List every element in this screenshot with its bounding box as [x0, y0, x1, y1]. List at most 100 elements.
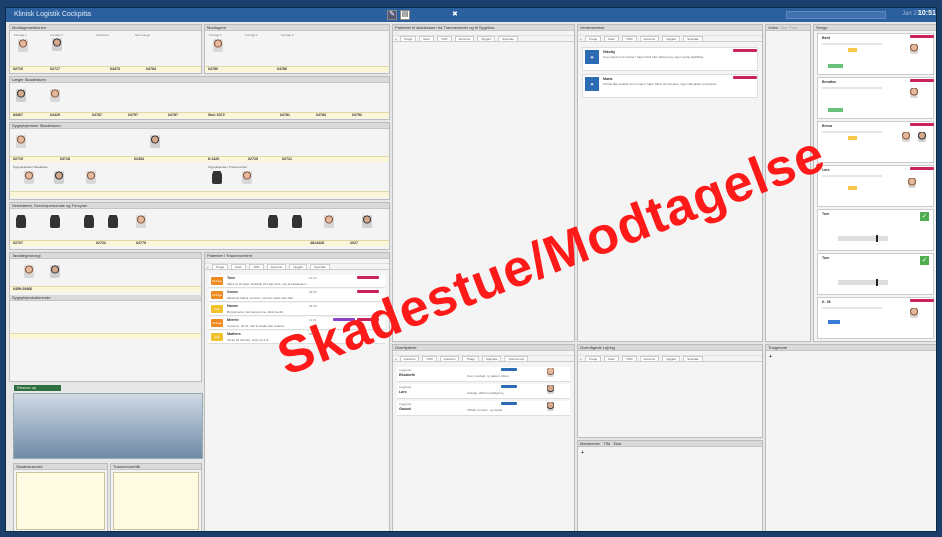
col-speciale[interactable]: Speciale: [683, 355, 703, 362]
col-name[interactable]: Navn: [604, 355, 620, 362]
check-icon[interactable]: ✓: [920, 212, 929, 221]
bed-card[interactable]: Tom ✓: [817, 253, 934, 295]
avatar[interactable]: [54, 171, 64, 184]
slot[interactable]: Sect Laege: [135, 33, 150, 37]
avatar[interactable]: [16, 89, 26, 102]
avatar[interactable]: [24, 171, 34, 184]
tab-opr[interactable]: Opr. Proc: [780, 25, 797, 30]
notes-area[interactable]: [113, 472, 199, 530]
rescue-button[interactable]: Rescue op: [14, 385, 61, 391]
col-done[interactable]: Opgjørt: [662, 355, 681, 362]
col-done[interactable]: Opgjørt: [662, 35, 681, 42]
avatar[interactable]: [16, 135, 26, 148]
avatar[interactable]: [902, 132, 910, 142]
avatar-placeholder[interactable]: [50, 215, 60, 228]
patient-card[interactable]: ▣ Maria Kvinde fået stukket af en hveps …: [582, 74, 758, 98]
avatar[interactable]: [50, 89, 60, 102]
col-speciale[interactable]: Speciale: [310, 263, 330, 270]
avatar[interactable]: [910, 44, 918, 54]
patient-card[interactable]: ▣ Nikolaj Ung mand med smerter i højre h…: [582, 47, 758, 71]
avatar-placeholder[interactable]: [212, 171, 222, 184]
col-arrival[interactable]: Ankomst: [399, 355, 420, 362]
notes-area[interactable]: [16, 472, 105, 530]
slot[interactable]: Forvagt 3: [281, 33, 294, 37]
check-icon[interactable]: ✓: [920, 256, 929, 265]
slot[interactable]: Forvagt 2: [50, 33, 63, 37]
table-row[interactable]: Liggende Elisabeth Kom i kontakt, ny pat…: [397, 367, 570, 382]
avatar[interactable]: [910, 308, 918, 318]
col-triage[interactable]: Triage: [462, 355, 479, 362]
table-row[interactable]: Orange Tove Slået ud af cykel, skrabsår …: [209, 275, 385, 288]
slot[interactable]: Telefonist: [96, 33, 109, 37]
col-cpr[interactable]: CPR: [437, 35, 452, 42]
table-row[interactable]: Liggende Lars Udsolgt, 2024 til opfølgni…: [397, 384, 570, 399]
table-row[interactable]: Liggende Gaussi Tilbudt, til intern, og …: [397, 401, 570, 416]
add-icon[interactable]: +: [769, 354, 772, 360]
bed-card[interactable]: Bendtse: [817, 77, 934, 119]
col-cpr[interactable]: CPR: [622, 35, 637, 42]
bed-card[interactable]: Bent: [817, 33, 934, 75]
add-icon[interactable]: +: [395, 357, 397, 361]
avatar-placeholder[interactable]: [16, 215, 26, 228]
avatar[interactable]: [547, 402, 554, 411]
avatar[interactable]: [910, 88, 918, 98]
add-icon[interactable]: +: [395, 37, 397, 41]
bed-card[interactable]: K. 36: [817, 297, 934, 339]
col-name[interactable]: Navn: [604, 35, 620, 42]
search-input[interactable]: [786, 11, 886, 19]
tab-ekst[interactable]: Ekst: [614, 441, 622, 446]
avatar[interactable]: [324, 215, 334, 228]
add-icon[interactable]: +: [581, 450, 584, 456]
col-cpr[interactable]: CPR: [249, 263, 264, 270]
col-name[interactable]: Navn: [419, 35, 435, 42]
slot[interactable]: Forvagt 1: [14, 33, 27, 37]
avatar[interactable]: [547, 385, 554, 394]
col-triage[interactable]: Triage: [211, 263, 229, 270]
col-arrival[interactable]: Ankomst: [639, 35, 660, 42]
col-triage[interactable]: Triage: [584, 355, 602, 362]
col-cpr[interactable]: CPR: [622, 355, 637, 362]
col-arrival[interactable]: Ankomst: [639, 355, 660, 362]
edit-icon[interactable]: ✎: [387, 10, 397, 20]
avatar[interactable]: [362, 215, 372, 228]
avatar[interactable]: [547, 368, 554, 377]
avatar[interactable]: [213, 39, 223, 52]
col-arrival[interactable]: Ankomst: [266, 263, 287, 270]
add-icon[interactable]: +: [207, 265, 209, 269]
page-icon[interactable]: ▤: [400, 10, 410, 20]
avatar-placeholder[interactable]: [84, 215, 94, 228]
col-arrival[interactable]: Ankomst: [454, 35, 475, 42]
avatar-placeholder[interactable]: [268, 215, 278, 228]
avatar[interactable]: [52, 38, 62, 51]
col-triage[interactable]: Triage: [584, 35, 602, 42]
avatar[interactable]: [150, 135, 160, 148]
avatar-placeholder[interactable]: [292, 215, 302, 228]
col-speciale[interactable]: Speciale: [481, 355, 502, 362]
bed-card[interactable]: Lars: [817, 165, 934, 207]
avatar[interactable]: [86, 171, 96, 184]
col-cpr[interactable]: CPR: [422, 355, 437, 362]
col-speciale[interactable]: Speciale: [683, 35, 703, 42]
avatar[interactable]: [908, 178, 916, 188]
slot[interactable]: Forvagt 2: [245, 33, 258, 37]
avatar[interactable]: [136, 215, 146, 228]
add-icon[interactable]: +: [580, 357, 582, 361]
col-done[interactable]: Opgjørt: [289, 263, 308, 270]
avatar[interactable]: [24, 265, 34, 278]
avatar-placeholder[interactable]: [108, 215, 118, 228]
bed-card[interactable]: Bresa: [817, 121, 934, 163]
add-icon[interactable]: +: [580, 37, 582, 41]
tab-tim[interactable]: TIM: [603, 441, 610, 446]
bed-card[interactable]: Tom ✓: [817, 209, 934, 251]
col-done[interactable]: Opgjørt: [477, 35, 496, 42]
avatar[interactable]: [50, 265, 60, 278]
avatar[interactable]: [918, 132, 926, 142]
avatar[interactable]: [242, 171, 252, 184]
avatar[interactable]: [18, 39, 28, 52]
col-time[interactable]: Tidsrummet: [504, 355, 529, 362]
col-triage[interactable]: Triage: [399, 35, 417, 42]
slot[interactable]: Forvagt 1: [209, 33, 222, 37]
close-icon[interactable]: ✖: [452, 10, 458, 18]
col-name[interactable]: Navn: [231, 263, 247, 270]
col-arrival-2[interactable]: Ankomst: [439, 355, 460, 362]
